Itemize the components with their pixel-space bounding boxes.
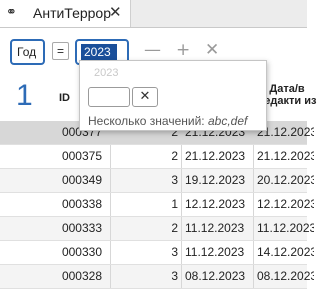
filter-value-popup: 2023 ✕ Несколько значений: abc,def (79, 60, 267, 131)
cell-date-created[interactable]: 11.12.2023 (182, 241, 254, 264)
cell-count[interactable]: 2 (111, 145, 182, 168)
cell-count[interactable]: 3 (111, 241, 182, 264)
cell-id[interactable]: 000333 (12, 217, 111, 240)
tab-bar: ⚭ АнтиТеррор ✕ (0, 0, 307, 28)
cell-count[interactable]: 3 (111, 169, 182, 192)
cell-date-created[interactable]: 19.12.2023 (182, 169, 254, 192)
filter-field-label: Год (17, 45, 37, 59)
tab-antiterror[interactable]: ⚭ АнтиТеррор ✕ (0, 0, 131, 27)
table-row[interactable]: 000333 2 11.12.2023 11.12.2023 (0, 217, 314, 241)
cell-id[interactable]: 000375 (12, 145, 111, 168)
filter-value-text: 2023 (84, 45, 111, 59)
popup-clear-button[interactable]: ✕ (132, 87, 158, 107)
cell-id[interactable]: 000330 (12, 241, 111, 264)
cell-date-edited[interactable]: 20.12.2023 (254, 169, 314, 192)
table-row[interactable]: 000328 3 08.12.2023 08.12.2023 (0, 265, 314, 289)
filter-operator-label: = (57, 44, 65, 58)
table-row[interactable]: 000330 3 11.12.2023 14.12.2023 (0, 241, 314, 265)
add-condition-button[interactable]: + (176, 40, 190, 60)
cell-date-created[interactable]: 08.12.2023 (182, 265, 254, 288)
cell-id[interactable]: 000338 (12, 193, 111, 216)
cell-date-created[interactable]: 12.12.2023 (182, 193, 254, 216)
annotation-number-1: 1 (16, 79, 33, 112)
close-icon[interactable]: ✕ (109, 3, 122, 21)
popup-value-input[interactable] (88, 87, 130, 107)
cell-count[interactable]: 2 (111, 217, 182, 240)
binoculars-icon: ⚭ (6, 5, 17, 20)
filter-field-chip[interactable]: Год (10, 39, 45, 65)
table-row[interactable]: 000349 3 19.12.2023 20.12.2023 (0, 169, 314, 193)
cell-date-edited[interactable]: 08.12.2023 (254, 265, 314, 288)
tab-title: АнтиТеррор (33, 5, 111, 21)
popup-ghost-value: 2023 (94, 67, 119, 79)
cell-date-edited[interactable]: 14.12.2023 (254, 241, 314, 264)
filter-operator-chip[interactable]: = (52, 42, 69, 60)
cell-count[interactable]: 3 (111, 265, 182, 288)
table-row[interactable]: 000338 1 12.12.2023 12.12.2023 (0, 193, 314, 217)
filter-value-input[interactable]: 2023 (81, 44, 117, 60)
cell-id[interactable]: 000349 (12, 169, 111, 192)
remove-condition-button[interactable]: — (144, 40, 161, 60)
cell-date-created[interactable]: 11.12.2023 (182, 217, 254, 240)
cell-date-created[interactable]: 21.12.2023 (182, 145, 254, 168)
popup-hint: Несколько значений: abc,def (88, 114, 248, 128)
clear-filter-button[interactable]: ✕ (205, 40, 219, 60)
table-row[interactable]: 000375 2 21.12.2023 21.12.2023 (0, 145, 314, 169)
cell-date-edited[interactable]: 21.12.2023 (254, 145, 314, 168)
cell-date-edited[interactable]: 11.12.2023 (254, 217, 314, 240)
cell-date-edited[interactable]: 12.12.2023 (254, 193, 314, 216)
cell-count[interactable]: 1 (111, 193, 182, 216)
cell-id[interactable]: 000328 (12, 265, 111, 288)
